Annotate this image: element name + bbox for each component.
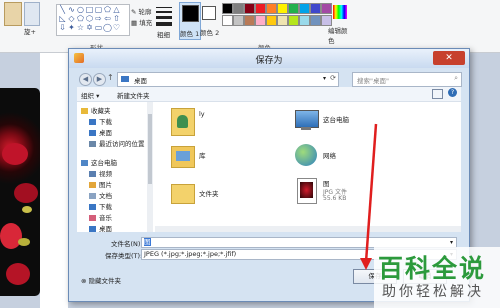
arrow-head <box>360 258 372 270</box>
watermark: 百科全说 助你轻松解决 <box>374 247 500 308</box>
arrow-shaft <box>364 123 378 263</box>
watermark-subtitle: 助你轻松解决 <box>382 284 484 300</box>
watermark-title: 百科全说 <box>378 254 487 283</box>
